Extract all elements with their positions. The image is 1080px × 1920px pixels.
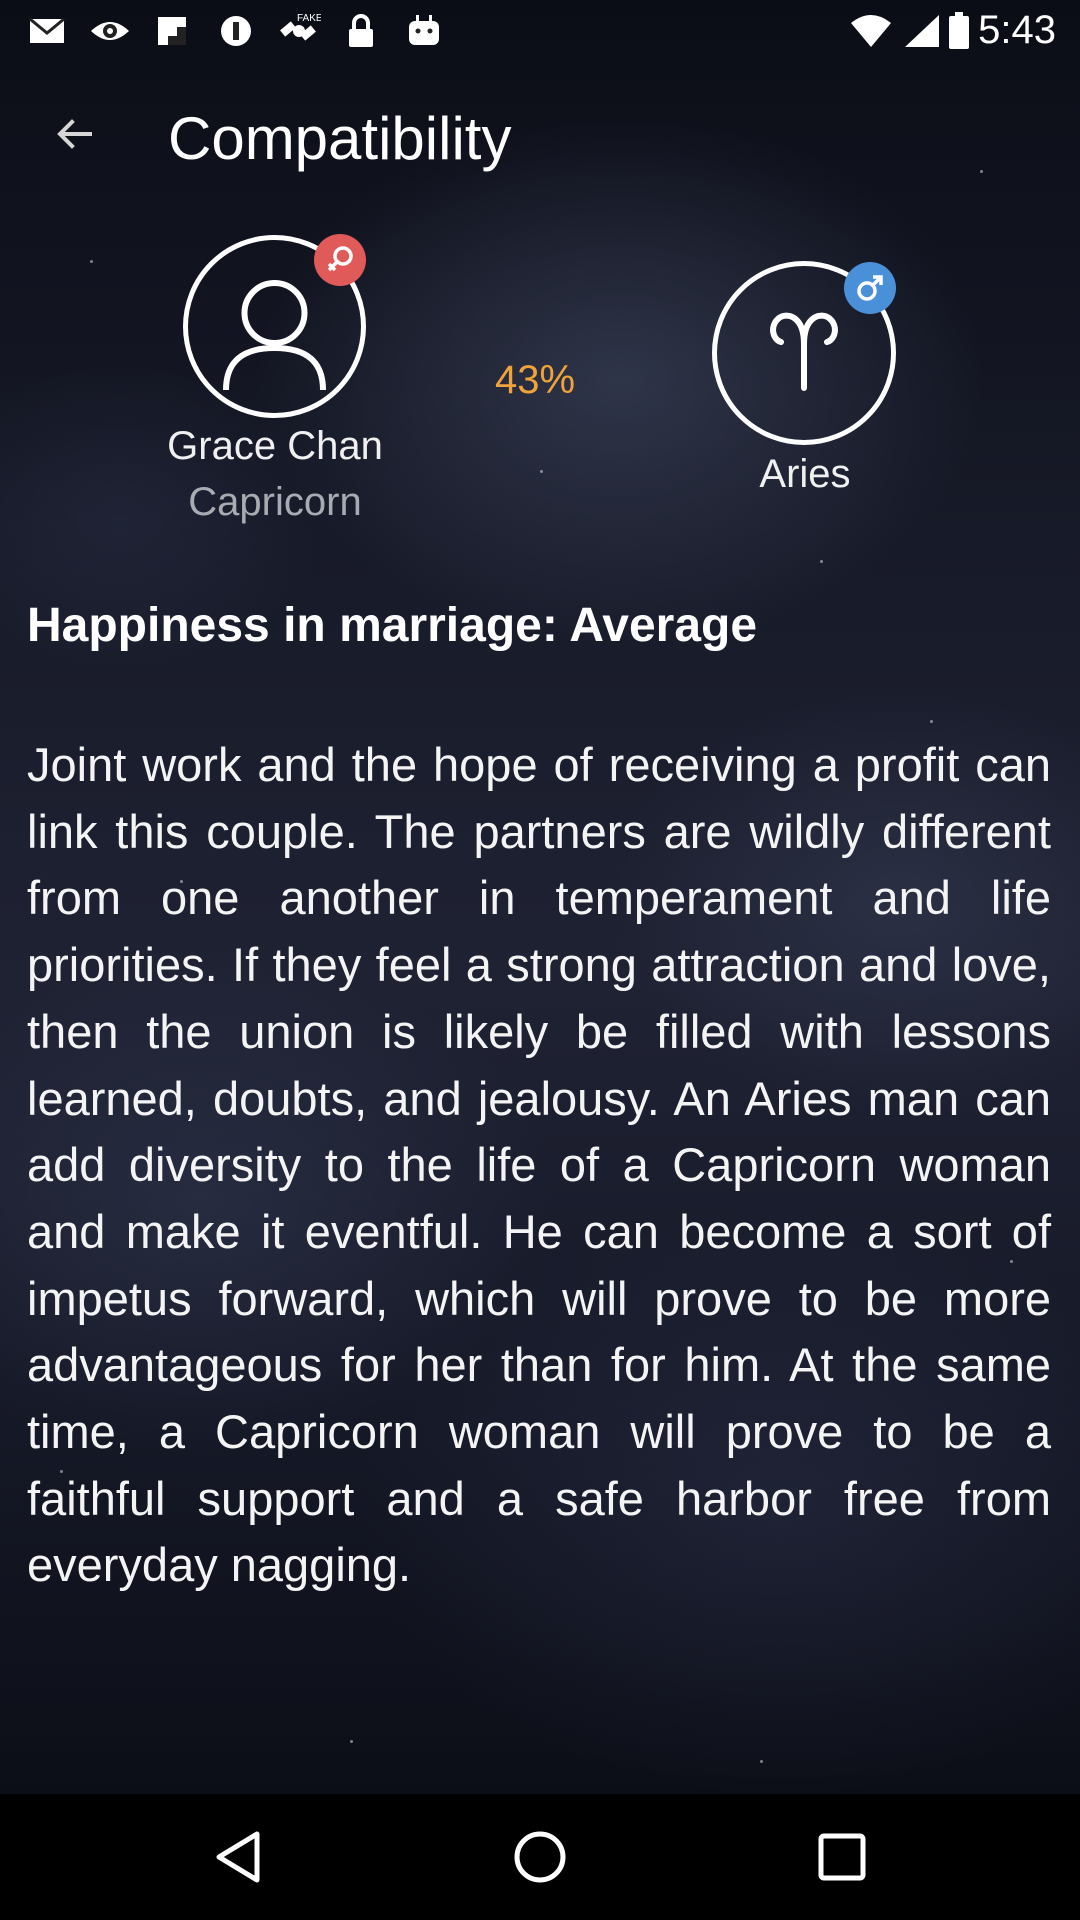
female-badge bbox=[314, 234, 366, 286]
navigation-bar bbox=[0, 1794, 1080, 1920]
person-sign-right: Aries bbox=[759, 452, 851, 496]
android-icon bbox=[404, 12, 444, 50]
back-button[interactable] bbox=[40, 100, 108, 168]
male-icon bbox=[857, 275, 883, 301]
female-icon bbox=[327, 246, 353, 272]
satellite-icon: FAKE bbox=[276, 12, 322, 50]
status-time: 5:43 bbox=[978, 8, 1056, 52]
person-sign-left: Capricorn bbox=[188, 480, 362, 524]
nav-back-button[interactable] bbox=[200, 1819, 276, 1895]
home-circle-icon bbox=[514, 1831, 566, 1883]
status-bar: FAKE 5:43 bbox=[0, 0, 1080, 62]
eye-icon bbox=[88, 12, 132, 50]
lock-icon bbox=[344, 12, 378, 50]
nav-home-button[interactable] bbox=[502, 1819, 578, 1895]
male-badge bbox=[844, 262, 896, 314]
wifi-icon bbox=[848, 12, 894, 50]
gmail-icon bbox=[28, 12, 66, 50]
nav-recents-button[interactable] bbox=[804, 1819, 880, 1895]
arrow-left-icon bbox=[57, 119, 92, 149]
page-title: Compatibility bbox=[168, 105, 512, 172]
flipboard-icon bbox=[154, 12, 190, 50]
person-name: Grace Chan bbox=[167, 424, 383, 468]
compatibility-description: Joint work and the hope of receiving a p… bbox=[27, 738, 1051, 1592]
svg-text:FAKE: FAKE bbox=[297, 13, 321, 24]
signal-icon bbox=[902, 12, 942, 50]
compatibility-heading: Happiness in marriage: Average bbox=[27, 599, 758, 652]
battery-icon bbox=[946, 12, 972, 50]
info-icon bbox=[216, 12, 256, 50]
compatibility-percent: 43% bbox=[494, 358, 576, 402]
recents-square-icon bbox=[818, 1833, 866, 1881]
back-triangle-icon bbox=[216, 1831, 260, 1883]
